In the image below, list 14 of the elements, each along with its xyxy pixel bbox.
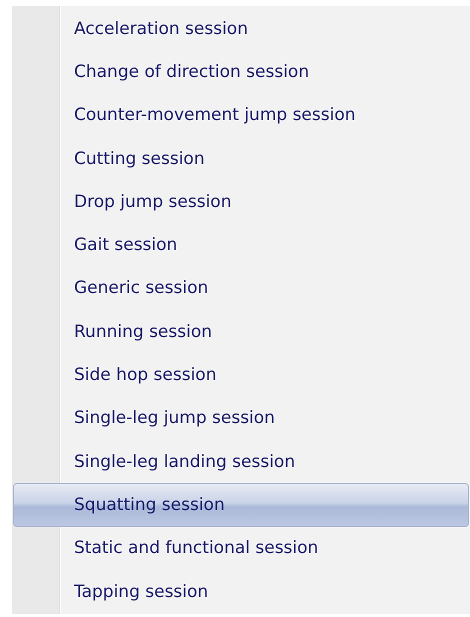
menu-item[interactable]: Static and functional session	[13, 526, 469, 570]
menu-item[interactable]: Squatting session	[13, 483, 469, 527]
menu-item[interactable]: Counter-movement jump session	[13, 94, 469, 137]
menu-item[interactable]: Running session	[13, 310, 469, 354]
menu-item[interactable]: Tapping session	[13, 570, 469, 614]
menu-item[interactable]: Drop jump session	[13, 180, 469, 224]
menu-item[interactable]: Gait session	[13, 223, 469, 267]
menu-item[interactable]: Acceleration session	[13, 7, 469, 50]
menu-item[interactable]: Generic session	[13, 266, 469, 310]
menu-item[interactable]: Cutting session	[13, 136, 469, 180]
menu-item[interactable]: Change of direction session	[13, 50, 469, 94]
menu-item[interactable]: Side hop session	[13, 353, 469, 397]
menu-item[interactable]: Single-leg landing session	[13, 440, 469, 484]
menu-item[interactable]: Single-leg jump session	[13, 396, 469, 440]
